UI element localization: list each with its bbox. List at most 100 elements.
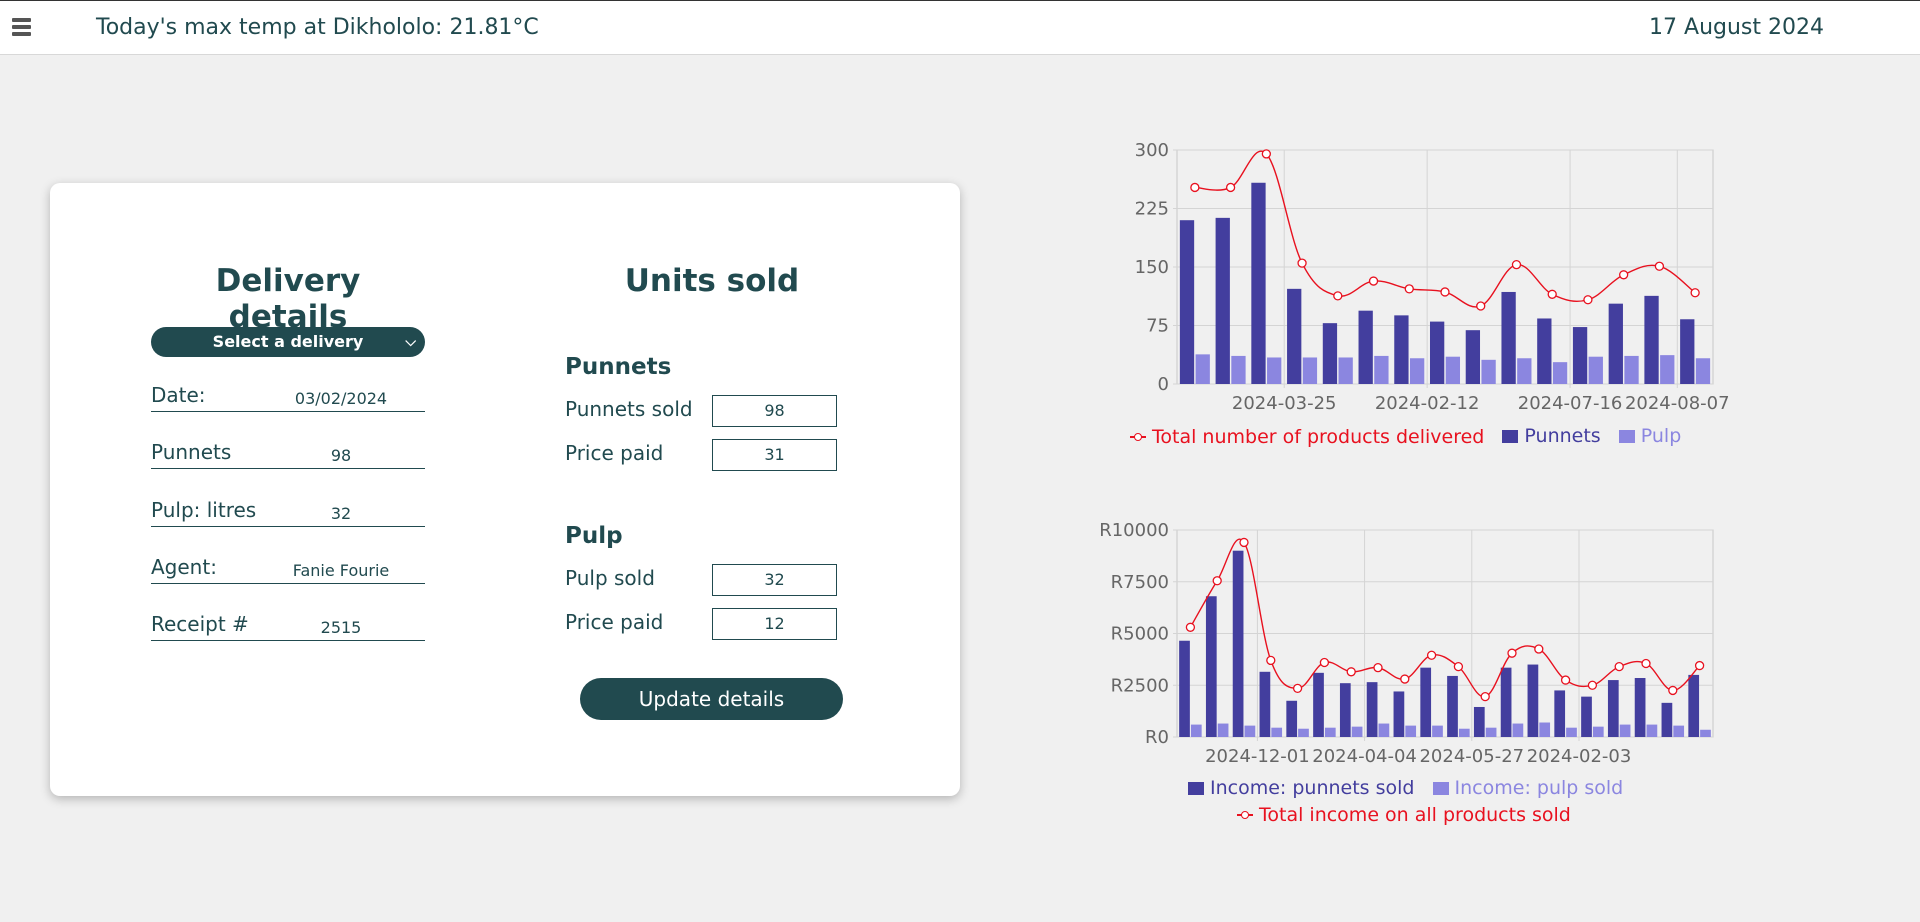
income-chart-bar-secondary — [1432, 725, 1443, 737]
income-chart-total-point — [1560, 675, 1571, 685]
income-chart-y-tick-label: R0 — [1145, 727, 1169, 748]
income-chart-total-point — [1534, 644, 1544, 654]
delivered-chart-bar-primary — [1179, 220, 1195, 384]
income-chart-bar-secondary — [1217, 723, 1229, 737]
delivered-chart-y-tick-label: 300 — [1135, 140, 1169, 161]
legend-label: Income: pulp sold — [1454, 777, 1624, 799]
delivered-chart-total-point — [1654, 261, 1665, 271]
income-chart-bar-secondary — [1244, 725, 1256, 737]
delivered-chart-total-point — [1261, 149, 1271, 159]
bar-swatch-icon — [1502, 429, 1519, 443]
income-chart-bar-secondary — [1592, 726, 1604, 737]
delivered-chart-x-tick-label: 2024-03-25 — [1232, 393, 1337, 414]
bar-swatch-icon — [1188, 781, 1204, 795]
delivered-chart-bar-secondary — [1624, 355, 1639, 384]
income-chart-x-tick-label: 2024-04-04 — [1312, 746, 1417, 767]
delivered-chart-total-point — [1333, 291, 1343, 301]
delivered-chart-total-point — [1190, 182, 1200, 193]
delivered-chart-bar-primary — [1394, 315, 1409, 384]
income-chart-total-point — [1694, 660, 1705, 671]
income-chart-total-point — [1641, 658, 1651, 669]
delivered-chart-bar-secondary — [1660, 355, 1675, 384]
legend-label: Pulp — [1640, 425, 1682, 447]
bar-swatch-icon — [1618, 429, 1635, 443]
delivered-chart-x-tick-label: 2024-07-16 — [1518, 393, 1623, 414]
delivered-chart-bar-primary — [1501, 291, 1516, 384]
delivered-chart-y-tick-label: 150 — [1135, 257, 1169, 278]
delivered-chart-x-tick-label: 2024-02-12 — [1375, 393, 1480, 414]
delivered-chart-total-point — [1583, 295, 1593, 305]
legend-item-income-punnets[interactable]: Income: punnets sold — [1188, 777, 1414, 799]
delivered-chart-y-tick-label: 75 — [1146, 316, 1169, 337]
income-chart-y-tick-label: R2500 — [1111, 675, 1169, 696]
income-chart-bar-primary — [1179, 640, 1190, 737]
delivered-chart-total-point — [1404, 284, 1414, 294]
delivered-chart-bar-primary — [1429, 321, 1445, 384]
income-chart-legend-row1: Income: punnets sold Income: pulp sold — [1188, 777, 1635, 800]
delivered-chart-total-point — [1690, 288, 1700, 298]
income-chart-total-point — [1346, 667, 1356, 677]
income-chart-bar-secondary — [1673, 725, 1685, 737]
legend-label: Total number of products delivered — [1152, 425, 1485, 448]
income-chart-bar-secondary — [1566, 727, 1577, 737]
delivered-chart-bar-primary — [1358, 310, 1373, 384]
income-chart-bar-primary — [1286, 700, 1298, 737]
line-marker-icon — [1237, 809, 1253, 821]
income-chart-total-point — [1587, 680, 1598, 690]
delivered-chart-bar-secondary — [1517, 358, 1532, 384]
legend-item-income-pulp[interactable]: Income: pulp sold — [1432, 777, 1624, 799]
income-chart-bar-secondary — [1378, 723, 1390, 737]
income-chart-bar-secondary — [1539, 722, 1551, 737]
delivered-chart-bar-secondary — [1588, 356, 1603, 384]
delivered-chart-total-point — [1225, 182, 1236, 193]
delivered-chart-bar-secondary — [1231, 355, 1246, 384]
delivered-chart-total-point — [1619, 270, 1629, 280]
income-chart-bar-primary — [1527, 664, 1539, 737]
income-chart-x-tick-label: 2024-02-03 — [1527, 746, 1632, 767]
income-chart-bar-primary — [1339, 683, 1351, 737]
income-chart-bar-secondary — [1405, 725, 1417, 737]
income-chart-x-tick-label: 2024-05-27 — [1419, 746, 1524, 767]
income-chart-bar-primary — [1393, 691, 1405, 737]
income-chart-total-point — [1292, 683, 1303, 694]
delivered-chart-total-point — [1440, 287, 1450, 297]
delivered-chart-total-point — [1547, 289, 1557, 299]
delivered-chart-bar-primary — [1465, 330, 1481, 384]
bar-swatch-icon — [1432, 781, 1449, 795]
delivered-chart-bar-secondary — [1481, 359, 1496, 384]
delivered-chart-bar-secondary — [1302, 357, 1318, 384]
income-chart-bar-secondary — [1485, 727, 1497, 737]
legend-item-total-delivered[interactable]: Total number of products delivered — [1130, 426, 1484, 448]
income-chart-bar-primary — [1313, 672, 1324, 737]
income-chart-bar-secondary — [1646, 724, 1658, 737]
income-chart-bar-primary — [1634, 678, 1646, 737]
delivered-chart-bar-primary — [1680, 319, 1695, 384]
delivered-chart-bar-secondary — [1445, 356, 1461, 384]
income-chart-total-point — [1668, 685, 1678, 696]
delivered-chart-bar-secondary — [1374, 355, 1389, 384]
income-chart-total-point — [1266, 655, 1276, 666]
income-chart-y-tick-label: R5000 — [1111, 624, 1169, 645]
legend-item-total-income[interactable]: Total income on all products sold — [1237, 804, 1571, 826]
income-chart-x-tick-label: 2024-12-01 — [1205, 746, 1310, 767]
delivered-chart-total-point — [1476, 301, 1486, 311]
delivered-chart-legend: Total number of products delivered Punne… — [1130, 425, 1693, 448]
income-chart-total-point — [1185, 622, 1196, 632]
delivered-chart-bar-secondary — [1195, 354, 1210, 384]
legend-label: Total income on all products sold — [1259, 804, 1571, 826]
income-chart-bar-secondary — [1700, 729, 1711, 737]
delivered-chart-bar-secondary — [1695, 358, 1711, 384]
delivered-chart-total-line — [1194, 150, 1696, 308]
legend-item-pulp[interactable]: Pulp — [1618, 425, 1682, 447]
income-chart-bar-primary — [1366, 682, 1378, 737]
income-chart-bar-primary — [1205, 596, 1217, 737]
delivered-chart-y-tick-label: 225 — [1135, 199, 1169, 220]
legend-item-punnets[interactable]: Punnets — [1502, 425, 1601, 447]
income-chart-bar-primary — [1232, 550, 1244, 737]
income-chart-total-point — [1614, 661, 1624, 672]
income-chart-y-tick-label: R7500 — [1111, 572, 1169, 593]
income-chart-bar-secondary — [1619, 724, 1631, 737]
income-chart-bar-secondary — [1271, 727, 1283, 737]
income-chart-bar-primary — [1447, 675, 1458, 737]
income-chart-legend-row2: Total income on all products sold — [1237, 804, 1583, 826]
